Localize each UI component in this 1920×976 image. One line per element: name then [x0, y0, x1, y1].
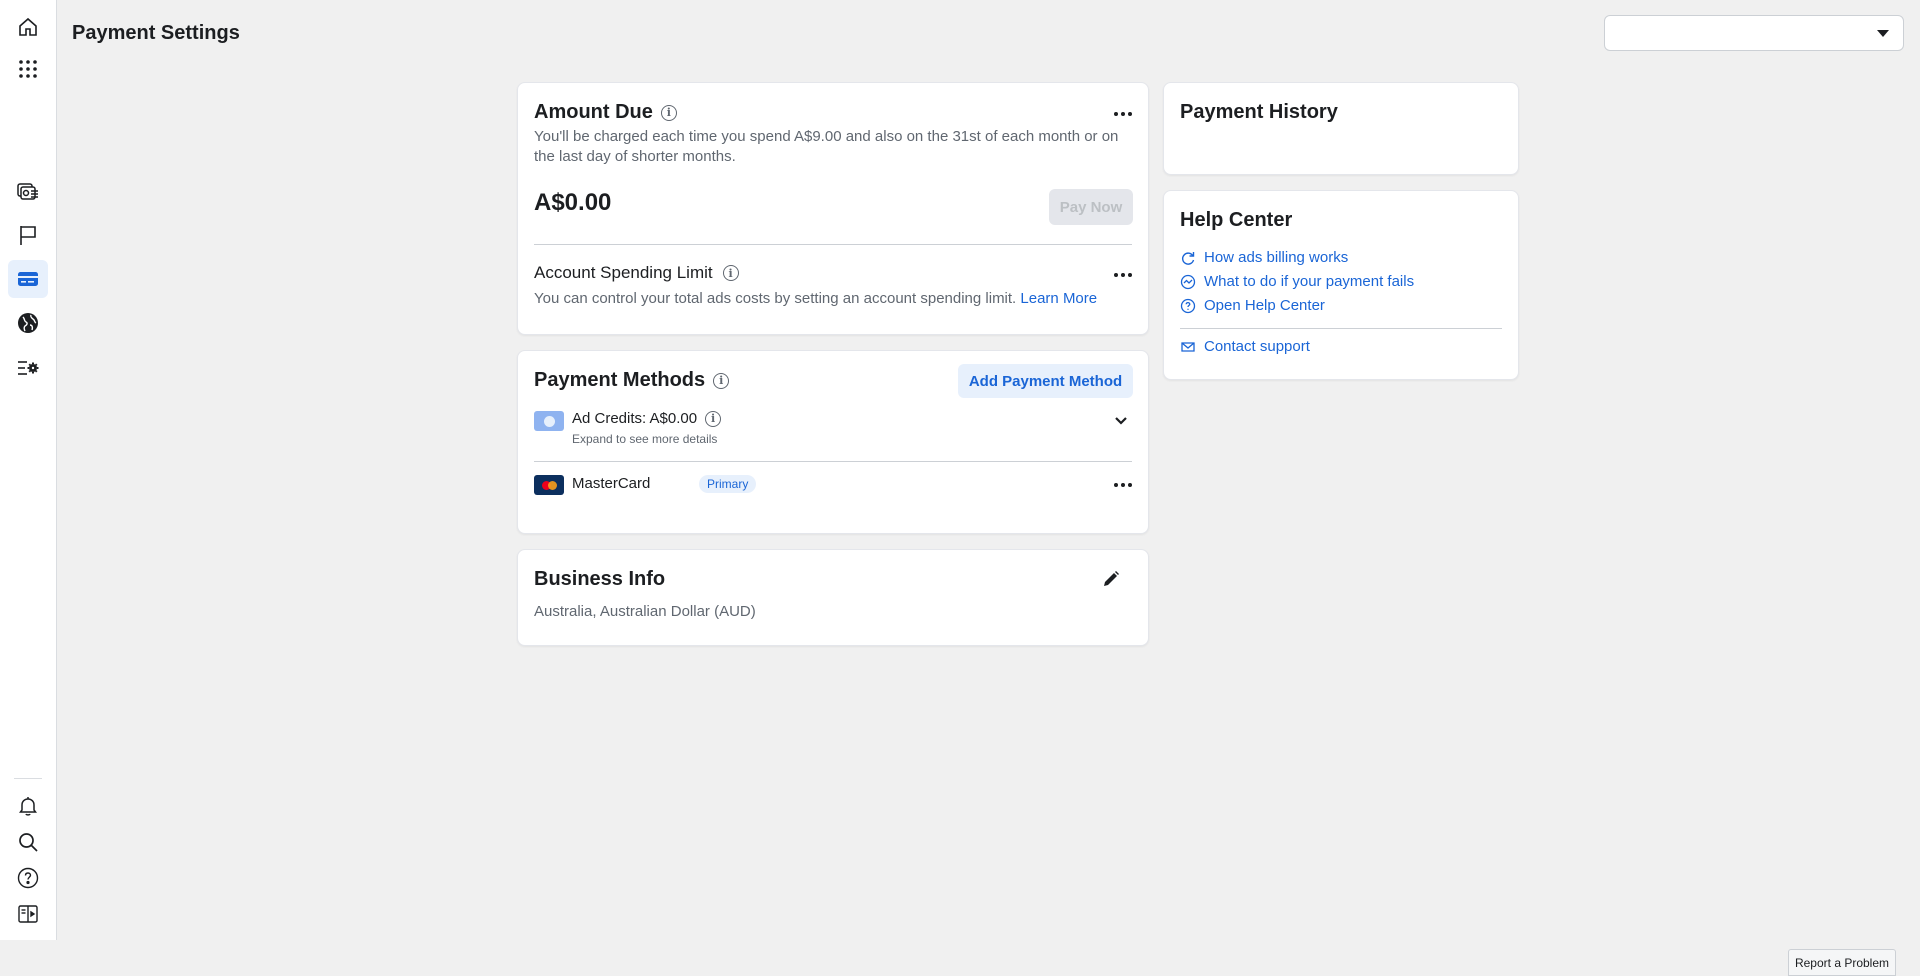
spending-limit-description: You can control your total ads costs by … — [534, 290, 1017, 307]
payment-history-title: Payment History — [1180, 101, 1338, 123]
contact-support-label: Contact support — [1204, 338, 1310, 355]
bell-icon[interactable] — [8, 787, 48, 825]
payment-history-card: Payment History — [1163, 82, 1519, 175]
amount-due-value: A$0.00 — [534, 189, 612, 216]
report-problem-button[interactable]: Report a Problem — [1788, 949, 1896, 976]
pay-now-button[interactable]: Pay Now — [1049, 189, 1133, 225]
business-info-title: Business Info — [534, 568, 666, 590]
ad-credits-icon — [534, 411, 564, 431]
envelope-icon — [1181, 341, 1195, 352]
flag-icon[interactable] — [8, 216, 48, 254]
caret-down-icon — [1877, 30, 1889, 37]
mastercard-icon — [534, 475, 564, 495]
payment-methods-card: Payment Methods i Add Payment Method Ad … — [517, 350, 1149, 534]
globe-icon[interactable] — [8, 304, 48, 342]
question-circle-icon — [1180, 298, 1196, 313]
page-title: Payment Settings — [72, 22, 240, 44]
info-icon[interactable]: i — [722, 265, 739, 281]
business-info-value: Australia, Australian Dollar (AUD) — [534, 603, 756, 620]
amount-due-title: Amount Due — [534, 101, 653, 123]
payment-alert-icon — [1180, 274, 1196, 289]
learn-more-link[interactable]: Learn More — [1020, 290, 1097, 307]
business-info-card: Business Info Australia, Australian Doll… — [517, 549, 1149, 646]
help-link-label: What to do if your payment fails — [1204, 273, 1415, 290]
divider — [534, 461, 1132, 462]
primary-badge: Primary — [699, 475, 757, 493]
chevron-down-icon[interactable] — [1114, 413, 1128, 431]
more-options-icon[interactable] — [1114, 483, 1132, 487]
account-select[interactable] — [1604, 15, 1904, 51]
help-link-billing[interactable]: How ads billing works — [1180, 249, 1348, 266]
ads-manager-icon[interactable] — [8, 172, 48, 210]
help-center-title: Help Center — [1180, 209, 1293, 231]
search-icon[interactable] — [8, 823, 48, 861]
help-link-open-help-center[interactable]: Open Help Center — [1180, 297, 1325, 314]
divider — [1180, 328, 1502, 329]
divider — [534, 244, 1132, 245]
panel-toggle-icon[interactable] — [8, 895, 48, 933]
help-icon[interactable] — [8, 859, 48, 897]
home-icon[interactable] — [8, 8, 48, 46]
help-link-payment-fails[interactable]: What to do if your payment fails — [1180, 273, 1414, 290]
help-link-label: How ads billing works — [1204, 249, 1349, 266]
add-payment-method-button[interactable]: Add Payment Method — [958, 364, 1133, 398]
sidebar-divider — [14, 778, 42, 779]
ad-credits-label: Ad Credits: A$0.00 — [572, 410, 698, 427]
refresh-icon — [1182, 251, 1195, 265]
edit-pencil-icon[interactable] — [1102, 570, 1120, 593]
left-sidebar — [0, 0, 57, 940]
help-center-card: Help Center How ads billing works What t… — [1163, 190, 1519, 380]
payment-methods-title: Payment Methods — [534, 369, 706, 391]
amount-due-card: Amount Due i You'll be charged each time… — [517, 82, 1149, 335]
settings-icon[interactable] — [8, 349, 48, 387]
spending-limit-title: Account Spending Limit — [534, 263, 713, 282]
bottom-strip — [0, 940, 1920, 976]
apps-grid-icon[interactable] — [8, 50, 48, 88]
info-icon[interactable]: i — [713, 372, 730, 389]
info-icon[interactable]: i — [705, 410, 722, 427]
info-icon[interactable]: i — [660, 104, 677, 121]
amount-due-description: You'll be charged each time you spend A$… — [534, 128, 1119, 165]
more-options-icon[interactable] — [1114, 273, 1132, 277]
help-link-label: Open Help Center — [1204, 297, 1325, 314]
contact-support-link[interactable]: Contact support — [1180, 338, 1310, 355]
more-options-icon[interactable] — [1114, 112, 1132, 116]
ad-credits-subtext: Expand to see more details — [572, 432, 718, 446]
billing-card-icon[interactable] — [8, 260, 48, 298]
card-name: MasterCard — [572, 475, 651, 492]
